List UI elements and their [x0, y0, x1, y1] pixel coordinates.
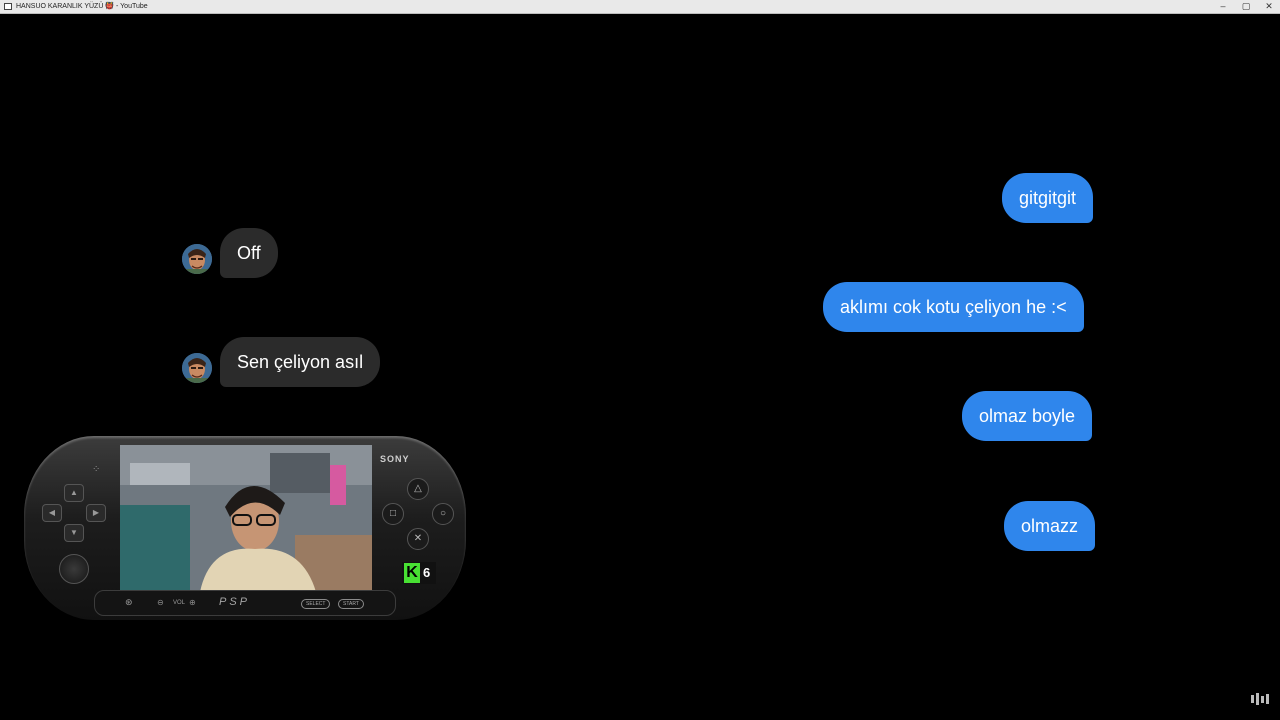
select-label: SELECT [301, 599, 331, 609]
badge-letter: K [404, 563, 420, 583]
vol-plus-icon: ⊕ [189, 598, 196, 607]
start-label: START [338, 599, 364, 609]
circle-icon: ○ [432, 503, 454, 525]
vol-label: VOL [173, 600, 186, 606]
square-icon: □ [382, 503, 404, 525]
contact-avatar [182, 353, 212, 383]
close-button[interactable]: ✕ [1258, 0, 1280, 14]
video-stage[interactable]: gitgitgit aklımı cok kotu çeliyon he :< … [0, 14, 1280, 720]
avatar-face-icon [182, 244, 212, 274]
channel-watermark-icon [1251, 693, 1269, 705]
dpad-up-icon: ▲ [64, 484, 84, 502]
dpad-left-icon: ◀ [42, 504, 62, 522]
avatar-face-icon [182, 353, 212, 383]
badge-number: 6 [423, 565, 431, 580]
contact-avatar [182, 244, 212, 274]
playstation-icon: ⊛ [125, 597, 133, 607]
facecam-video [120, 445, 372, 592]
analog-stick-icon [59, 554, 89, 584]
app-window-icon [4, 3, 12, 10]
incoming-message: Off [220, 228, 278, 278]
outgoing-message: aklımı cok kotu çeliyon he :< [823, 282, 1084, 332]
dpad-down-icon: ▼ [64, 524, 84, 542]
window-title-bar: HANSUO KARANLIK YÜZÜ 👹 - YouTube – ▢ ✕ [0, 0, 1280, 14]
channel-badge: K 6 [402, 562, 436, 584]
outgoing-message: gitgitgit [1002, 173, 1094, 223]
vol-minus-icon: ⊖ [157, 598, 164, 607]
psp-brand-label: SONY [380, 454, 410, 464]
triangle-icon: △ [407, 478, 429, 500]
psp-bottom-strip: ⊛ ⊖ VOL ⊕ PSP SELECT START [94, 590, 396, 616]
psp-logo: PSP [219, 596, 251, 608]
home-dots-icon: ⁘ [92, 464, 101, 475]
maximize-button[interactable]: ▢ [1235, 0, 1257, 14]
window-title: HANSUO KARANLIK YÜZÜ 👹 - YouTube [16, 3, 148, 10]
dpad-right-icon: ▶ [86, 504, 106, 522]
outgoing-message: olmaz boyle [962, 391, 1093, 441]
psp-facecam-overlay: ▲ ◀ ▶ ▼ ⁘ SONY △ □ ○ ✕ K 6 ⊛ ⊖ VOL ⊕ PSP… [24, 432, 466, 622]
cross-icon: ✕ [407, 528, 429, 550]
incoming-message: Sen çeliyon asıl [220, 337, 381, 387]
minimize-button[interactable]: – [1212, 0, 1234, 14]
outgoing-message: olmazz [1004, 501, 1096, 551]
